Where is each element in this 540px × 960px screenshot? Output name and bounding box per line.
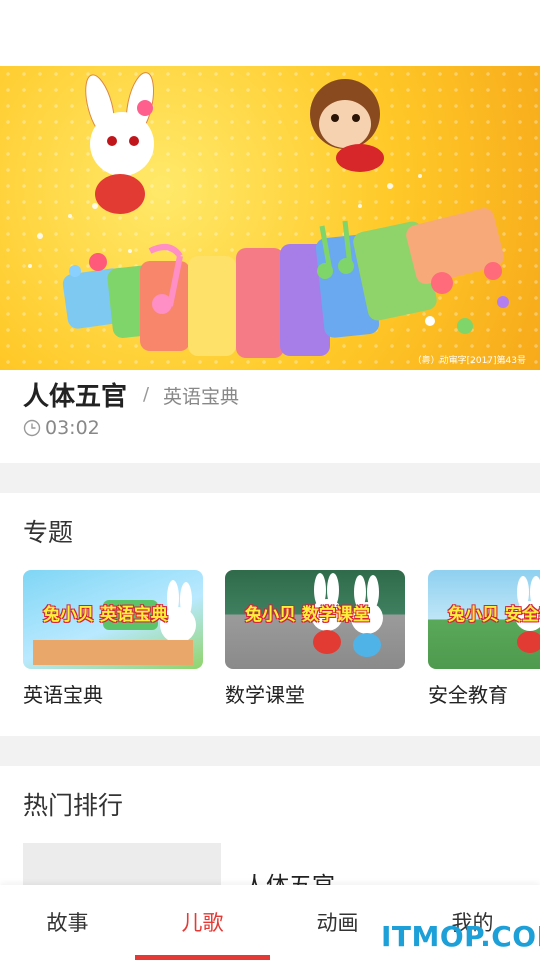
thumb-caption: 兔小贝 数学课堂 [245, 605, 370, 625]
hero-banner[interactable]: （粤）动审字[2017]第43号 [0, 66, 540, 370]
site-watermark: ITMOP.COM [381, 920, 540, 953]
tab-songs[interactable]: 儿歌 [135, 885, 270, 960]
topic-label: 英语宝典 [23, 683, 103, 707]
tab-stories[interactable]: 故事 [0, 885, 135, 960]
bunny-character [85, 72, 154, 214]
song-title: 人体五官 [23, 382, 128, 412]
now-playing-detail: 人体五官 / 英语宝典 03:02 [0, 370, 540, 463]
topic-card-english[interactable]: 兔小贝 英语宝典 英语宝典 [23, 570, 203, 708]
thumb-caption: 兔小贝 安全教育 [448, 605, 540, 625]
song-duration: 03:02 [45, 417, 100, 439]
monkey-character [310, 79, 384, 172]
topic-label: 安全教育 [428, 683, 508, 707]
topic-card-safety[interactable]: 兔小贝 安全教育 安全教育 [428, 570, 540, 708]
clock-icon [23, 419, 41, 437]
thumb-caption: 兔小贝 英语宝典 [43, 605, 168, 625]
topic-label: 数学课堂 [225, 683, 305, 707]
topics-section: 专题 兔小贝 英语宝典 英语宝典 兔小贝 数学课堂 数学课堂 兔小贝 安全 安全… [0, 493, 540, 736]
banner-illustration [28, 72, 509, 358]
top-bar [0, 0, 540, 66]
album-link[interactable]: 英语宝典 [163, 382, 239, 409]
hot-ranking-heading: 热门排行 [23, 791, 124, 820]
app-screen: （粤）动审字[2017]第43号 人体五官 / 英语宝典 03:02 专题 兔小… [0, 0, 540, 960]
active-tab-indicator [135, 955, 270, 960]
topic-thumbnail: 兔小贝 数学课堂 [225, 570, 405, 669]
topic-thumbnail: 兔小贝 安全教育 [428, 570, 540, 669]
topics-heading: 专题 [23, 518, 74, 547]
banner-copyright: （粤）动审字[2017]第43号 [412, 356, 526, 366]
topic-thumbnail: 兔小贝 英语宝典 [23, 570, 203, 669]
title-separator: / [143, 384, 150, 405]
topic-card-math[interactable]: 兔小贝 数学课堂 数学课堂 [225, 570, 405, 708]
